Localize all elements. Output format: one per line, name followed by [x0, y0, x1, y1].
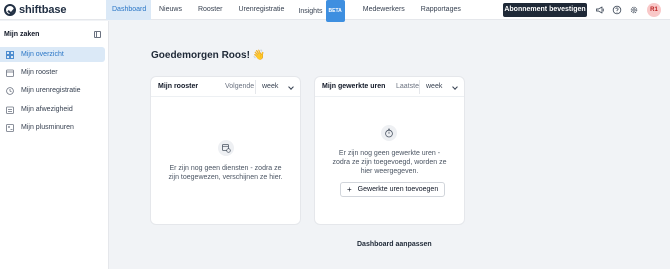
top-navigation-bar: shiftbase Dashboard Nieuws Rooster Urenr… — [0, 0, 670, 22]
stopwatch-icon — [385, 128, 393, 138]
nav-rooster[interactable]: Rooster — [192, 0, 229, 20]
worked-hours-card-header: Mijn gewerkte uren Laatste week — [315, 77, 464, 97]
greeting-heading: Goedemorgen Roos! 👋 — [151, 50, 266, 61]
worked-hours-card-title: Mijn gewerkte uren — [322, 83, 386, 90]
sidebar: Mijn zaken Mijn overzicht Mijn rooster M… — [0, 21, 109, 269]
collapse-sidebar-icon[interactable] — [94, 31, 101, 38]
worked-hours-period-value: week — [426, 83, 443, 90]
nav-medewerkers[interactable]: Medewerkers — [357, 0, 411, 20]
sidebar-title: Mijn zaken — [4, 31, 40, 38]
sidebar-item-mijn-rooster[interactable]: Mijn rooster — [0, 65, 105, 80]
sidebar-item-mijn-urenregistratie[interactable]: Mijn urenregistratie — [0, 83, 105, 98]
sidebar-item-label: Mijn plusminuren — [21, 124, 74, 131]
chevron-down-icon — [288, 84, 294, 90]
sidebar-item-label: Mijn afwezigheid — [21, 106, 73, 113]
confirm-subscription-button[interactable]: Abonnement bevestigen — [503, 3, 587, 17]
empty-schedule-icon-wrap — [218, 140, 234, 156]
avatar[interactable]: R1 — [647, 3, 661, 17]
absence-icon — [6, 106, 14, 114]
megaphone-icon[interactable] — [595, 5, 605, 15]
settings-icon[interactable] — [629, 5, 639, 15]
nav-insights[interactable]: Insights BETA — [292, 0, 350, 22]
chevron-down-icon — [452, 84, 458, 90]
help-icon[interactable] — [612, 5, 622, 15]
sidebar-item-label: Mijn rooster — [21, 69, 58, 76]
beta-badge: BETA — [325, 0, 345, 22]
add-worked-hours-button[interactable]: + Gewerkte uren toevoegen — [340, 182, 446, 197]
roster-period-select[interactable]: week — [255, 80, 297, 94]
grid-icon — [6, 50, 14, 59]
sidebar-item-label: Mijn urenregistratie — [21, 87, 81, 94]
add-worked-hours-label: Gewerkte uren toevoegen — [357, 186, 439, 193]
roster-card: Mijn rooster Volgende week Er zijn nog g… — [151, 77, 300, 224]
sidebar-item-mijn-afwezigheid[interactable]: Mijn afwezigheid — [0, 102, 105, 117]
main-nav: Dashboard Nieuws Rooster Urenregistratie… — [104, 0, 467, 22]
calendar-clock-icon — [222, 144, 231, 153]
worked-hours-filter-label: Laatste — [396, 83, 419, 90]
worked-hours-empty-text: Er zijn nog geen gewerkte uren - zodra z… — [332, 150, 447, 175]
logo-check-icon — [4, 3, 16, 16]
worked-hours-card: Mijn gewerkte uren Laatste week Er zijn … — [315, 77, 464, 224]
customize-dashboard-link[interactable]: Dashboard aanpassen — [357, 241, 432, 248]
roster-period-value: week — [262, 83, 279, 90]
clock-icon — [6, 86, 14, 95]
nav-insights-label: Insights — [298, 7, 323, 15]
empty-hours-icon-wrap — [381, 125, 397, 141]
logo-text: shiftbase — [19, 3, 67, 16]
sidebar-item-label: Mijn overzicht — [21, 51, 64, 58]
roster-card-header: Mijn rooster Volgende week — [151, 77, 300, 97]
calendar-icon — [6, 69, 14, 77]
roster-card-title: Mijn rooster — [158, 83, 199, 90]
plus-icon: + — [347, 185, 352, 194]
logo[interactable]: shiftbase — [0, 0, 104, 20]
nav-dashboard[interactable]: Dashboard — [106, 0, 151, 20]
roster-filter-label: Volgende — [225, 83, 255, 90]
sidebar-item-mijn-plusminuren[interactable]: Mijn plusminuren — [0, 120, 105, 135]
nav-nieuws[interactable]: Nieuws — [153, 0, 188, 20]
plusminus-icon — [6, 123, 14, 132]
nav-rapportages[interactable]: Rapportages — [415, 0, 467, 20]
sidebar-item-mijn-overzicht[interactable]: Mijn overzicht — [0, 47, 105, 62]
nav-urenregistratie[interactable]: Urenregistratie — [232, 0, 290, 20]
worked-hours-period-select[interactable]: week — [419, 80, 461, 94]
roster-empty-text: Er zijn nog geen diensten - zodra ze zij… — [168, 165, 283, 181]
